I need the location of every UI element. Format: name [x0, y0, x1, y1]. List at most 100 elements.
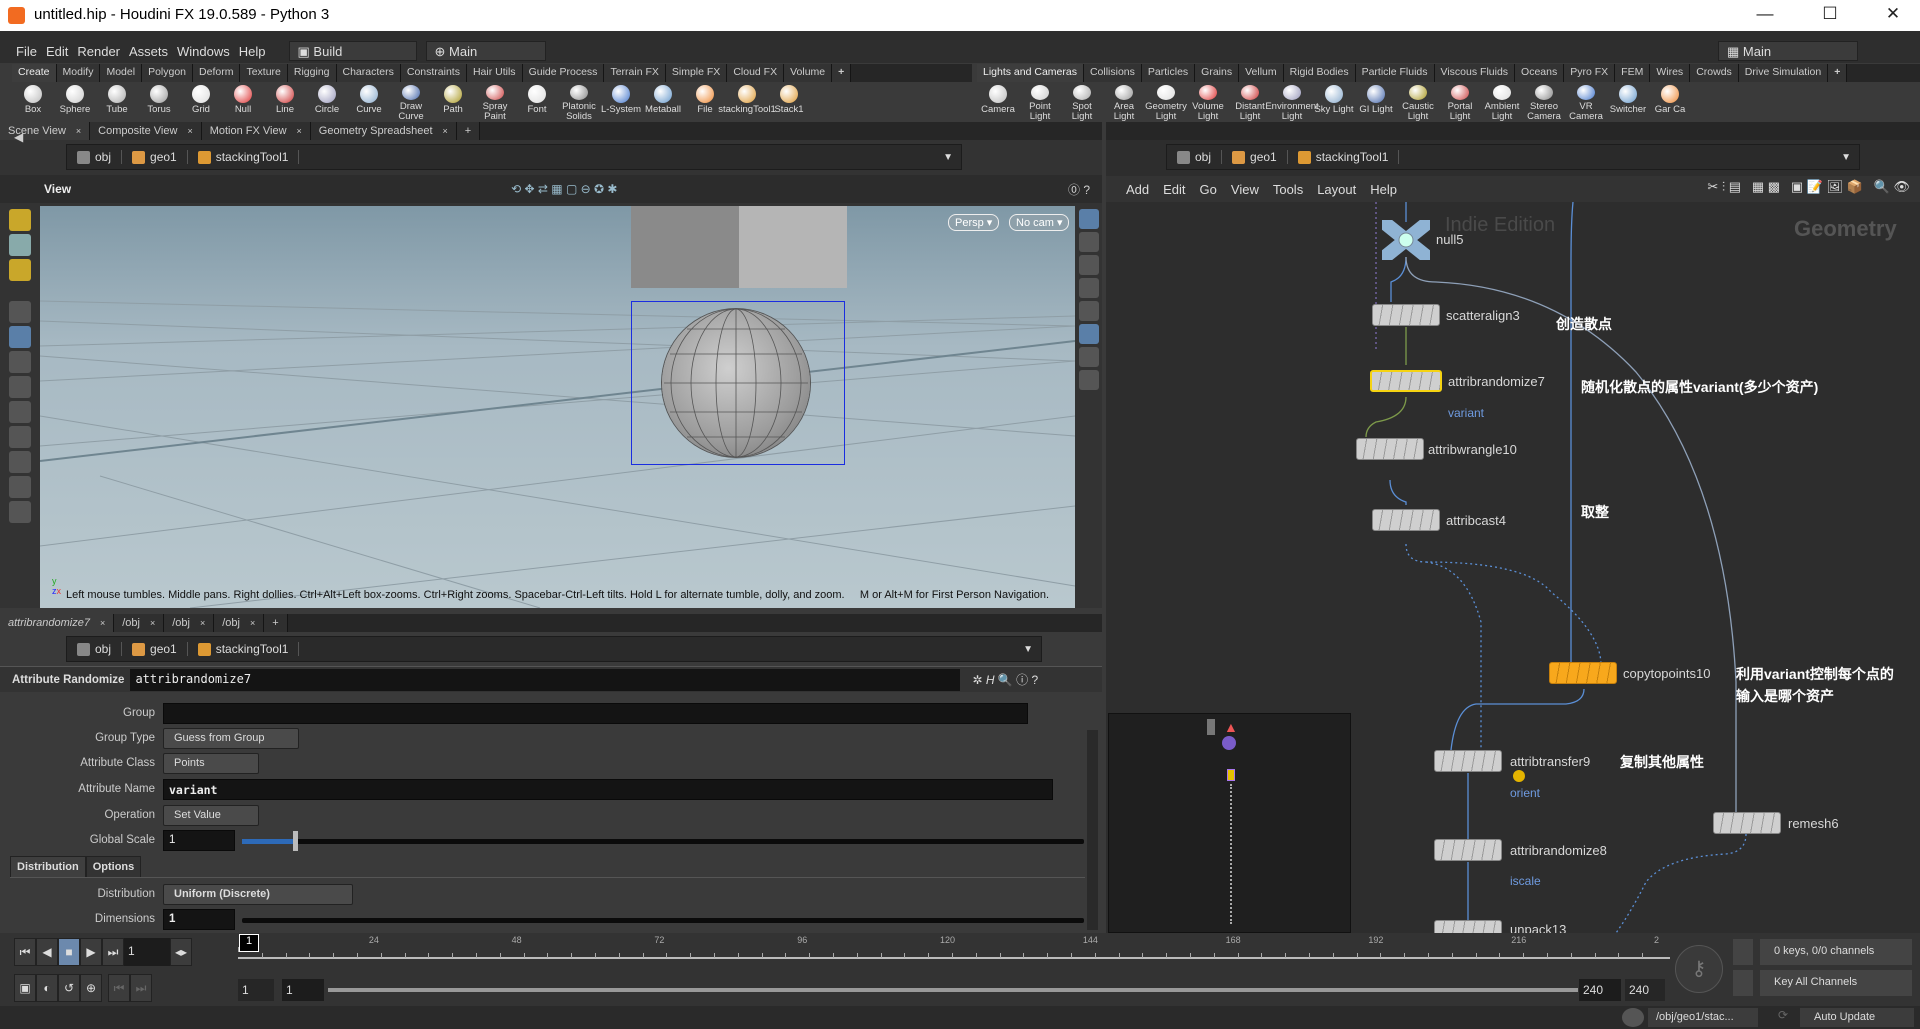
tab-distribution[interactable]: Distribution [10, 856, 86, 878]
network-menu-add[interactable]: Add [1126, 182, 1149, 197]
playback-end-field[interactable]: 240 [1579, 979, 1621, 1001]
shelf-tab-guide-process[interactable]: Guide Process [522, 64, 605, 82]
network-menu-edit[interactable]: Edit [1163, 182, 1185, 197]
shelf-tool-spray-paint[interactable]: Spray Paint [474, 82, 516, 122]
shelf-tab-model[interactable]: Model [100, 64, 143, 82]
shelf-tab-wires[interactable]: Wires [1650, 64, 1691, 82]
attribute-name-field[interactable]: variant [163, 779, 1053, 800]
node-null5[interactable] [1379, 217, 1433, 263]
pane-tab-obj[interactable]: /obj × [114, 614, 165, 632]
pane-tab-composite-view[interactable]: Composite View × [90, 122, 202, 140]
shelf-tab-rigid-bodies[interactable]: Rigid Bodies [1283, 64, 1356, 82]
shelf-tab-polygon[interactable]: Polygon [142, 64, 194, 82]
maximize-button[interactable]: ☐ [1815, 4, 1845, 24]
shelf-tool-stackingtool1[interactable]: stackingTool1 [718, 82, 776, 122]
shelf-tab-drive-simulation[interactable]: Drive Simulation [1738, 64, 1829, 82]
shelf-tool-environment-light[interactable]: Environment Light [1265, 82, 1319, 122]
play-button[interactable]: ▶ [80, 938, 102, 966]
playback-start-field[interactable]: 1 [282, 979, 324, 1001]
breadcrumb-stackingtool1[interactable]: stackingTool1 [188, 642, 300, 656]
shelf-tool-circle[interactable]: Circle [306, 82, 348, 122]
global-scale-field[interactable]: 1 [163, 830, 235, 851]
prev-key-button[interactable]: ⏮ [108, 974, 130, 1002]
param-scrollbar[interactable] [1087, 730, 1098, 930]
shelf-tool-platonic-solids[interactable]: Platonic Solids [558, 82, 600, 122]
shelf-tool-vr-camera[interactable]: VR Camera [1565, 82, 1607, 122]
film-icon[interactable] [9, 501, 31, 523]
shelf-tool-caustic-light[interactable]: Caustic Light [1397, 82, 1439, 122]
breadcrumb-stackingtool1[interactable]: stackingTool1 [1288, 150, 1400, 164]
shelf-tool-geometry-light[interactable]: Geometry Light [1145, 82, 1187, 122]
key-icon[interactable]: ⚷ [1675, 945, 1723, 993]
tab-close-icon[interactable]: × [297, 126, 302, 136]
breadcrumb-geo1[interactable]: geo1 [1222, 150, 1288, 164]
pane-tab-attribrandomize7[interactable]: attribrandomize7 × [0, 614, 115, 632]
pointer-icon[interactable] [9, 301, 31, 323]
network-toolbar-icons[interactable]: ✂ ⫶ ▤ ▦ ▩ ▣ 📝 🖼 📦 🔍 👁 [1707, 179, 1910, 195]
shelf-tool-torus[interactable]: Torus [138, 82, 180, 122]
jump-start-button[interactable]: ⏮ [14, 938, 36, 966]
context-select[interactable]: ⊕ Main [425, 41, 546, 61]
audio-icon[interactable]: ◐ [36, 974, 58, 1002]
node-name-field[interactable]: attribrandomize7 [130, 668, 961, 691]
sticky-note[interactable]: 取整 [1581, 502, 1609, 522]
add-tab-button[interactable]: + [264, 614, 288, 632]
path-dropdown-icon[interactable]: ▼ [943, 152, 953, 163]
shelf-tab-lights-and-cameras[interactable]: Lights and Cameras [977, 64, 1084, 82]
back-arrow-icon[interactable]: ◀ [14, 130, 23, 144]
shelf-tool-portal-light[interactable]: Portal Light [1439, 82, 1481, 122]
shelf-tab-viscous-fluids[interactable]: Viscous Fluids [1434, 64, 1516, 82]
node-attribtransfer9[interactable] [1434, 750, 1502, 772]
menu-edit[interactable]: Edit [46, 44, 68, 59]
add-tab-button[interactable]: + [456, 122, 481, 140]
loop-icon[interactable]: ↺ [58, 974, 80, 1002]
transform-icon[interactable] [9, 426, 31, 448]
node-remesh6[interactable] [1713, 812, 1781, 834]
shelf-tab-hair-utils[interactable]: Hair Utils [466, 64, 523, 82]
shelf-tool-line[interactable]: Line [264, 82, 306, 122]
breadcrumb-obj[interactable]: obj [67, 642, 123, 656]
network-overview-minimap[interactable]: ▲ [1108, 713, 1351, 933]
shelf-tool-l-system[interactable]: L-System [600, 82, 642, 122]
tab-close-icon[interactable]: × [150, 618, 155, 628]
network-menu-tools[interactable]: Tools [1273, 182, 1303, 197]
node-attribrandomize8[interactable] [1434, 839, 1502, 861]
dimensions-field[interactable]: 1 [163, 909, 235, 930]
playhead[interactable]: 1 [239, 934, 259, 952]
frame-ruler[interactable]: 1 24 48 72 96 120 144 168 192 216 2 [238, 933, 1670, 969]
light-icon[interactable] [1078, 278, 1099, 298]
refresh-icon[interactable]: ⟳ [1778, 1008, 1796, 1027]
node-attribwrangle10[interactable] [1356, 438, 1424, 460]
breadcrumb-obj[interactable]: obj [1167, 150, 1223, 164]
stop-button[interactable]: ■ [58, 938, 80, 966]
status-path-menu[interactable]: /obj/geo1/stac... [1648, 1008, 1758, 1027]
shelf-tool-metaball[interactable]: Metaball [642, 82, 684, 122]
headlight-icon[interactable] [1078, 324, 1099, 344]
pose-icon[interactable] [9, 376, 31, 398]
shelf-tool-stereo-camera[interactable]: Stereo Camera [1523, 82, 1565, 122]
camera-menu[interactable]: No cam ▾ [1009, 214, 1070, 231]
ghost-icon[interactable] [1078, 232, 1099, 252]
shelf-tool-stack1[interactable]: Stack1 [768, 82, 810, 122]
shelf-tab-pyro-fx[interactable]: Pyro FX [1564, 64, 1616, 82]
shelf-tool-gi-light[interactable]: GI Light [1355, 82, 1397, 122]
node-attribcast4[interactable] [1372, 509, 1440, 531]
shelf-tool-file[interactable]: File [684, 82, 726, 122]
shelf-tab-constraints[interactable]: Constraints [400, 64, 467, 82]
pane-tab-motion-fx-view[interactable]: Motion FX View × [201, 122, 311, 140]
shelf-tab-texture[interactable]: Texture [240, 64, 288, 82]
sticky-note[interactable]: 创造散点 [1556, 314, 1612, 334]
range-slider[interactable] [328, 988, 1578, 992]
group-field[interactable] [163, 703, 1028, 724]
shelf-tab-create[interactable]: Create [12, 64, 57, 82]
move-tool-icon[interactable] [9, 234, 31, 256]
shelf-tab-simple-fx[interactable]: Simple FX [665, 64, 728, 82]
minimize-button[interactable]: — [1750, 4, 1780, 24]
shelf-tool-ambient-light[interactable]: Ambient Light [1481, 82, 1523, 122]
shelf-tab-terrain-fx[interactable]: Terrain FX [604, 64, 666, 82]
right-context-select[interactable]: ▦ Main [1718, 41, 1858, 61]
paint-icon[interactable] [9, 476, 31, 498]
next-key-button[interactable]: ⏭ [130, 974, 152, 1002]
menu-windows[interactable]: Windows [177, 44, 230, 59]
shelf-tool-null[interactable]: Null [222, 82, 264, 122]
